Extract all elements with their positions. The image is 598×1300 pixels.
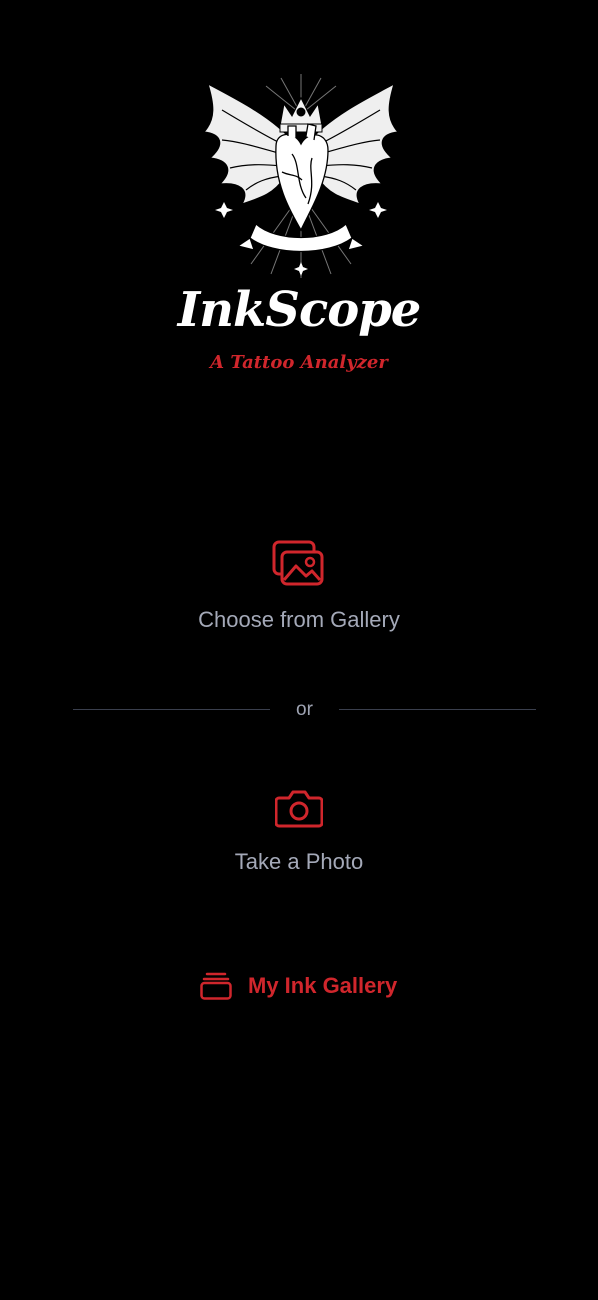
choose-from-gallery-label: Choose from Gallery <box>198 607 400 632</box>
take-photo-label: Take a Photo <box>234 849 364 874</box>
app-title: InkScope <box>177 282 422 338</box>
app-subtitle: A Tattoo Analyzer <box>210 352 388 373</box>
photo-stack-icon <box>272 540 324 586</box>
divider-text: or <box>296 699 313 720</box>
logo-emblem <box>196 74 406 278</box>
winged-heart-icon <box>202 74 400 278</box>
take-photo-button[interactable]: Take a Photo <box>149 788 449 884</box>
card-stack-icon <box>200 972 232 1000</box>
choose-from-gallery-button[interactable]: Choose from Gallery <box>149 540 449 640</box>
my-ink-gallery-label: My Ink Gallery <box>248 973 398 998</box>
divider-line-right <box>339 709 536 710</box>
or-divider: or <box>73 694 536 726</box>
divider-line-left <box>73 709 270 710</box>
camera-icon <box>275 790 323 828</box>
my-ink-gallery-button[interactable]: My Ink Gallery <box>190 966 420 1006</box>
